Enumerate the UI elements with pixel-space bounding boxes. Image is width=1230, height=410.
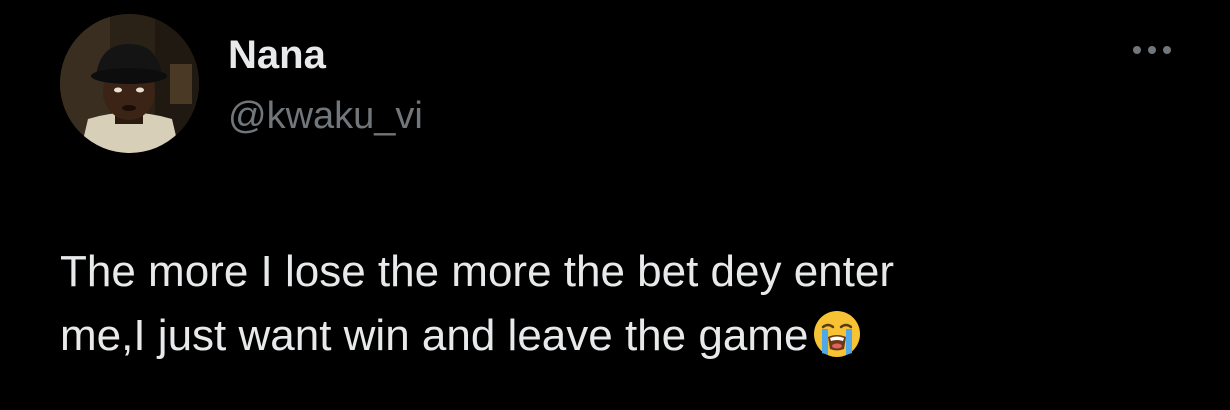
tweet-text-line: The more I lose the more the bet dey ent… bbox=[60, 247, 895, 296]
tweet-card[interactable]: Nana @kwaku_vi The more I lose the more … bbox=[0, 0, 1230, 410]
avatar-photo bbox=[60, 14, 199, 153]
author-handle[interactable]: @kwaku_vi bbox=[228, 94, 423, 138]
author-avatar[interactable] bbox=[60, 14, 199, 153]
tweet-text-line: me,I just want win and leave the game bbox=[60, 311, 809, 360]
tweet-text: The more I lose the more the bet dey ent… bbox=[60, 240, 1180, 368]
loudly-crying-face-emoji-icon bbox=[812, 309, 862, 359]
tweet-text-line-with-emoji: me,I just want win and leave the game bbox=[60, 304, 1180, 368]
author-display-name[interactable]: Nana bbox=[228, 32, 326, 78]
ellipsis-horizontal-icon bbox=[1133, 46, 1171, 54]
more-options-button[interactable] bbox=[1128, 36, 1176, 64]
